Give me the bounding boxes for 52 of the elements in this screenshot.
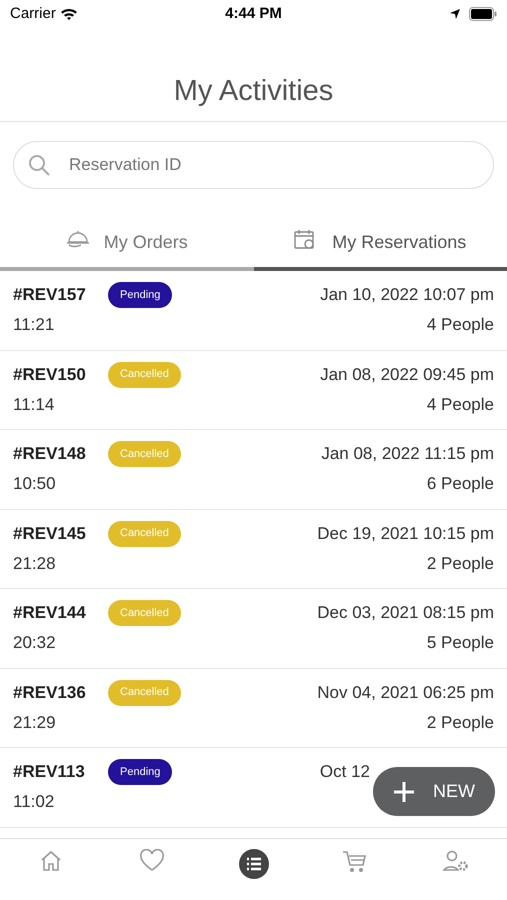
reservation-time: 21:28 xyxy=(13,552,56,575)
battery-icon xyxy=(469,7,497,21)
carrier-label: Carrier xyxy=(10,4,56,24)
reservation-date: Jan 10, 2022 10:07 pm xyxy=(320,284,494,306)
location-arrow-icon xyxy=(449,8,461,20)
home-icon[interactable] xyxy=(38,849,63,873)
reservation-id: #REV144 xyxy=(13,602,87,624)
user-settings-icon[interactable] xyxy=(442,849,470,873)
heart-icon[interactable] xyxy=(139,849,166,873)
reservation-date: Oct 12 xyxy=(320,761,370,784)
reservation-id: #REV145 xyxy=(13,522,87,545)
people-count: 4 People xyxy=(426,394,494,416)
status-badge: Pending xyxy=(108,282,172,308)
people-count: 6 People xyxy=(426,473,494,496)
plus-icon xyxy=(393,780,415,802)
cloche-icon xyxy=(66,229,90,249)
reservation-date: Jan 08, 2022 11:15 pm xyxy=(321,443,494,466)
reservation-date: Dec 03, 2021 08:15 pm xyxy=(317,602,494,624)
reservation-date: Nov 04, 2021 06:25 pm xyxy=(317,682,494,704)
status-badge: Pending xyxy=(108,759,172,785)
tab[interactable]: My Reservations xyxy=(254,227,507,271)
status-badge: Cancelled xyxy=(108,362,181,388)
reservation-id: #REV150 xyxy=(13,364,87,386)
reservation-id: #REV136 xyxy=(13,682,87,704)
reservation-date: Dec 19, 2021 10:15 pm xyxy=(317,522,494,545)
reservation-id: #REV113 xyxy=(13,761,86,784)
people-count: 2 People xyxy=(426,552,494,575)
status-badge: Cancelled xyxy=(108,441,181,467)
status-badge: Cancelled xyxy=(108,600,181,626)
search-icon xyxy=(27,153,51,177)
cart-icon[interactable] xyxy=(342,849,368,875)
reservation-time: 10:50 xyxy=(13,473,56,496)
status-badge: Cancelled xyxy=(108,680,181,706)
reservation-time: 11:02 xyxy=(13,791,54,814)
people-count: 4 People xyxy=(426,314,494,336)
new-button[interactable]: NEW xyxy=(373,767,495,816)
wifi-icon xyxy=(60,7,78,21)
reservation-time: 11:21 xyxy=(13,314,54,336)
clock-time: 4:44 PM xyxy=(225,4,282,24)
reservation-time: 20:32 xyxy=(13,632,56,654)
reservation-time: 21:29 xyxy=(13,712,56,734)
status-badge: Cancelled xyxy=(108,520,181,546)
reservation-time: 11:14 xyxy=(13,394,54,416)
search-field[interactable]: Reservation ID xyxy=(13,141,494,189)
list-icon[interactable] xyxy=(238,849,269,879)
tab[interactable]: My Orders xyxy=(0,227,254,271)
people-count: 2 People xyxy=(426,712,494,734)
reservation-id: #REV148 xyxy=(13,443,87,466)
reservation-id: #REV157 xyxy=(13,284,87,306)
reservation-date: Jan 08, 2022 09:45 pm xyxy=(320,364,494,386)
page-title: My Activities xyxy=(174,74,334,108)
people-count: 5 People xyxy=(426,632,494,654)
